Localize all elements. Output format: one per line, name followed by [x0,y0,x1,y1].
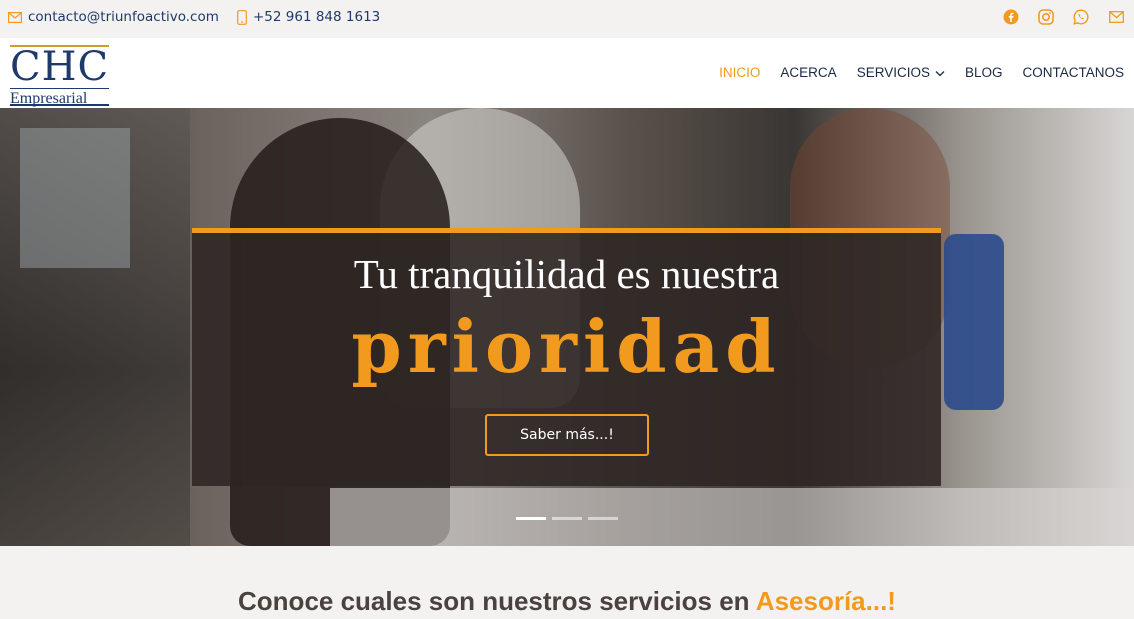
facebook-icon[interactable] [1003,8,1019,26]
nav-item-acerca[interactable]: ACERCA [780,65,836,80]
services-section: Conoce cuales son nuestros servicios en … [0,546,1134,619]
nav-item-label: SERVICIOS [856,65,930,80]
saber-mas-button[interactable]: Saber más...! [485,414,649,456]
logo-main-text: CHC [10,44,110,90]
nav-item-servicios[interactable]: SERVICIOS [857,65,945,80]
chevron-down-icon [935,65,945,80]
background-water-bottle [944,234,1004,410]
nav-item-inicio[interactable]: INICIO [719,65,760,80]
caption-accent-bar [192,228,941,233]
background-window [20,128,130,268]
logo-divider [10,88,109,89]
services-title: Conoce cuales son nuestros servicios en … [0,586,1134,617]
slide-dot-2[interactable] [552,517,582,520]
nav-item-label: INICIO [719,65,761,80]
background-desk [330,488,1134,546]
hero-slider[interactable]: Tu tranquilidad es nuestra prioridad Sab… [0,108,1134,546]
phone-contact-link[interactable]: +52 961 848 1613 [237,9,380,25]
social-links [1003,8,1124,26]
nav-item-contactanos[interactable]: CONTACTANOS [1022,65,1124,80]
email-contact-link[interactable]: contacto@triunfoactivo.com [8,9,219,25]
services-title-prefix: Conoce cuales son nuestros servicios en [238,586,756,616]
phone-text: +52 961 848 1613 [253,9,381,25]
slide-dot-3[interactable] [588,517,618,520]
logo-bottom-rule [10,104,109,106]
nav-item-label: ACERCA [780,65,837,80]
envelope-icon [8,11,22,23]
instagram-icon[interactable] [1038,8,1054,26]
main-navigation: INICIO ACERCA SERVICIOS BLOG CONTACTANOS [719,65,1124,80]
top-contact-bar: contacto@triunfoactivo.com +52 961 848 1… [0,0,1134,38]
nav-item-label: CONTACTANOS [1022,65,1124,80]
hero-highlight: prioridad [351,304,782,389]
whatsapp-icon[interactable] [1073,8,1089,26]
email-text: contacto@triunfoactivo.com [28,9,219,25]
services-title-accent: Asesoría...! [755,586,896,616]
hero-headline: Tu tranquilidad es nuestra [353,251,780,297]
hero-caption-box: Tu tranquilidad es nuestra prioridad Sab… [192,228,941,486]
nav-item-label: BLOG [964,65,1003,80]
site-header: CHC Empresarial INICIO ACERCA SERVICIOS … [0,38,1134,108]
nav-item-blog[interactable]: BLOG [965,65,1003,80]
slide-dot-1[interactable] [516,517,546,520]
chc-logo[interactable]: CHC Empresarial [10,44,110,107]
mobile-phone-icon [237,9,247,25]
mail-icon[interactable] [1108,8,1124,26]
slider-pagination [516,517,618,520]
